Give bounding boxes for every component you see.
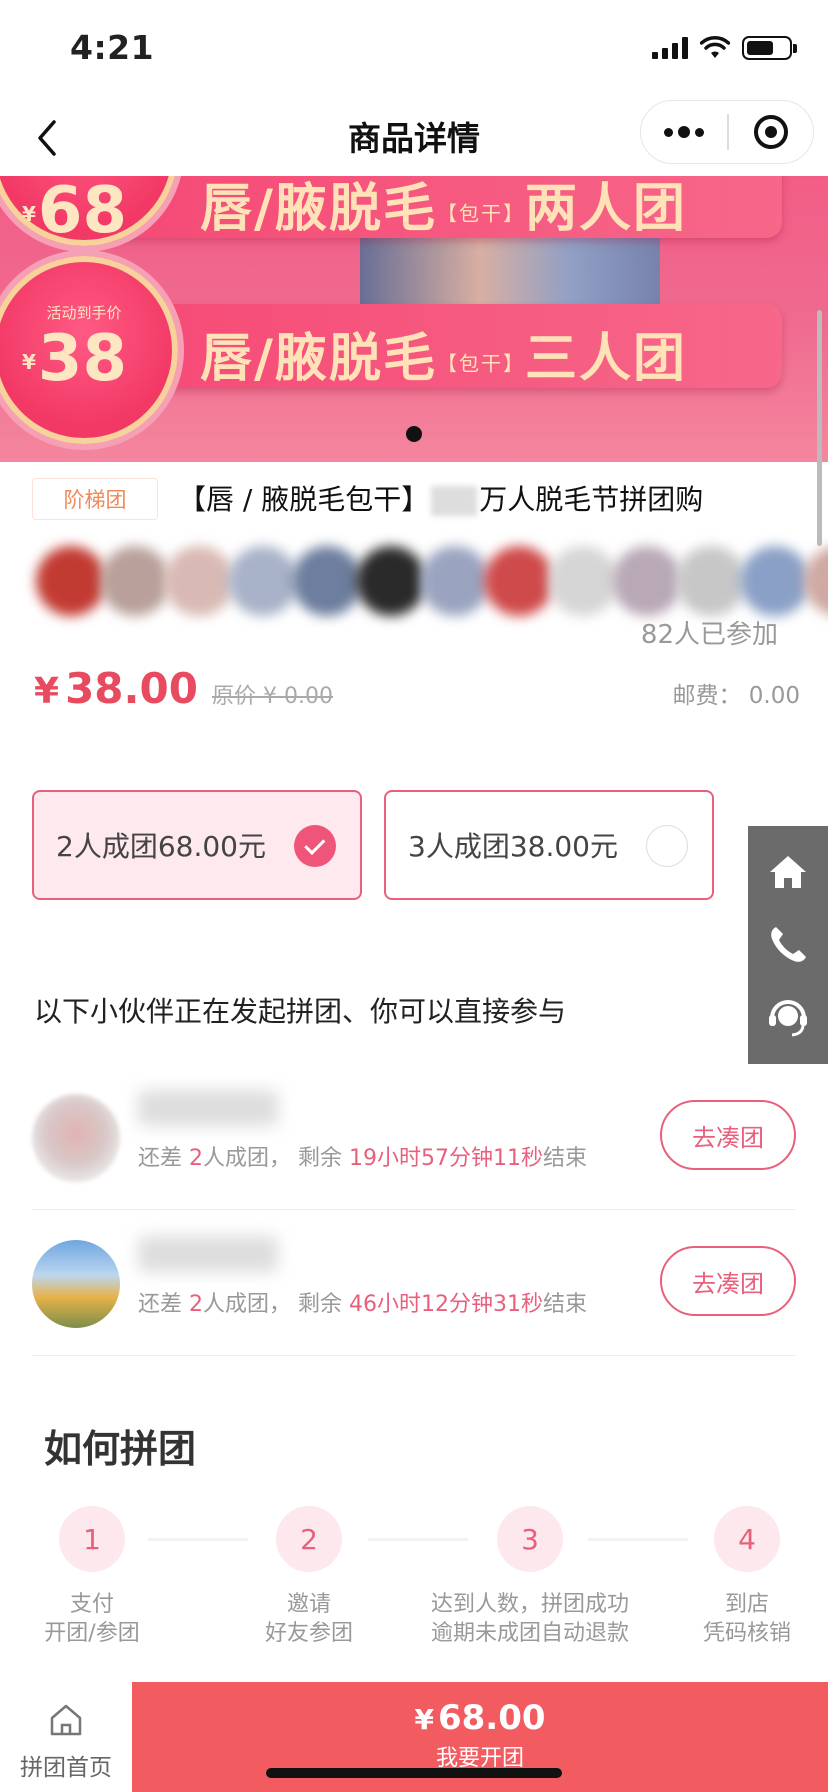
group-row: 还差 2人成团， 剩余 19小时57分钟11秒结束 去凑团 bbox=[32, 1064, 796, 1210]
floating-side-bar bbox=[748, 826, 828, 1064]
avatar bbox=[32, 1240, 120, 1328]
price-medal-38: 活动到手价 ¥38 bbox=[0, 256, 178, 444]
product-banner[interactable]: 唇/腋脱毛【包干】两人团 ¥68 唇/腋脱毛【包干】三人团 活动到手价 ¥38 bbox=[0, 176, 828, 462]
step-2: 2 邀请 好友参团 bbox=[209, 1506, 409, 1648]
more-icon[interactable] bbox=[641, 101, 727, 163]
option-two-person[interactable]: 2人成团68.00元 bbox=[32, 790, 362, 900]
how-to-steps: 1 支付 开团/参团 2 邀请 好友参团 3 达到人数，拼团成功 逾期未成团自动… bbox=[0, 1506, 828, 1656]
shipping-fee: 邮费： 0.00 bbox=[672, 683, 800, 709]
join-group-button[interactable]: 去凑团 bbox=[660, 1246, 796, 1316]
wifi-icon bbox=[700, 36, 730, 58]
status-time: 4:21 bbox=[70, 28, 155, 67]
status-icons bbox=[652, 36, 797, 60]
participant-avatars bbox=[36, 546, 828, 616]
step-3: 3 达到人数，拼团成功 逾期未成团自动退款 bbox=[390, 1506, 670, 1648]
step-1: 1 支付 开团/参团 bbox=[0, 1506, 192, 1648]
join-group-button[interactable]: 去凑团 bbox=[660, 1100, 796, 1170]
ongoing-groups-title: 以下小伙伴正在发起拼团、你可以直接参与 bbox=[34, 995, 567, 1028]
group-row: 还差 2人成团， 剩余 46小时12分钟31秒结束 去凑团 bbox=[32, 1210, 796, 1356]
group-price: ¥38.00 bbox=[34, 664, 198, 713]
checked-icon bbox=[294, 825, 336, 867]
avatar bbox=[32, 1094, 120, 1182]
joined-count: 82人已参加 bbox=[640, 620, 778, 650]
phone-icon[interactable] bbox=[764, 921, 812, 969]
carousel-indicator[interactable] bbox=[406, 426, 422, 442]
scrollbar[interactable] bbox=[817, 310, 822, 546]
group-home-label: 拼团首页 bbox=[20, 1755, 112, 1781]
mini-program-capsule bbox=[640, 100, 814, 164]
how-to-title: 如何拼团 bbox=[44, 1427, 197, 1471]
blurred-brand bbox=[431, 486, 478, 516]
group-type-tag: 阶梯团 bbox=[32, 478, 158, 520]
battery-icon bbox=[742, 36, 797, 60]
group-status: 还差 2人成团， 剩余 46小时12分钟31秒结束 bbox=[138, 1292, 587, 1317]
nav-bar: 商品详情 bbox=[0, 100, 828, 176]
step-4: 4 到店 凭码核销 bbox=[647, 1506, 828, 1648]
product-title: 【唇 / 腋脱毛包干】 万人脱毛节拼团购 bbox=[178, 483, 704, 516]
signal-icon bbox=[652, 37, 688, 59]
blurred-username bbox=[138, 1090, 278, 1126]
home-icon[interactable] bbox=[764, 848, 812, 896]
group-home-button[interactable]: 拼团首页 bbox=[0, 1682, 132, 1792]
radio-icon bbox=[646, 825, 688, 867]
option-three-person[interactable]: 3人成团38.00元 bbox=[384, 790, 714, 900]
banner-strip-two-person: 唇/腋脱毛【包干】两人团 bbox=[70, 176, 782, 239]
original-price: 原价 ¥ 0.00 bbox=[212, 684, 333, 709]
status-bar: 4:21 bbox=[0, 0, 828, 100]
close-target-icon[interactable] bbox=[729, 101, 814, 163]
home-indicator bbox=[266, 1768, 562, 1778]
blurred-username bbox=[138, 1236, 278, 1272]
group-status: 还差 2人成团， 剩余 19小时57分钟11秒结束 bbox=[138, 1146, 587, 1171]
customer-service-icon[interactable] bbox=[764, 994, 812, 1042]
home-outline-icon bbox=[50, 1704, 82, 1736]
buy-price: ¥68.00 bbox=[414, 1698, 546, 1738]
